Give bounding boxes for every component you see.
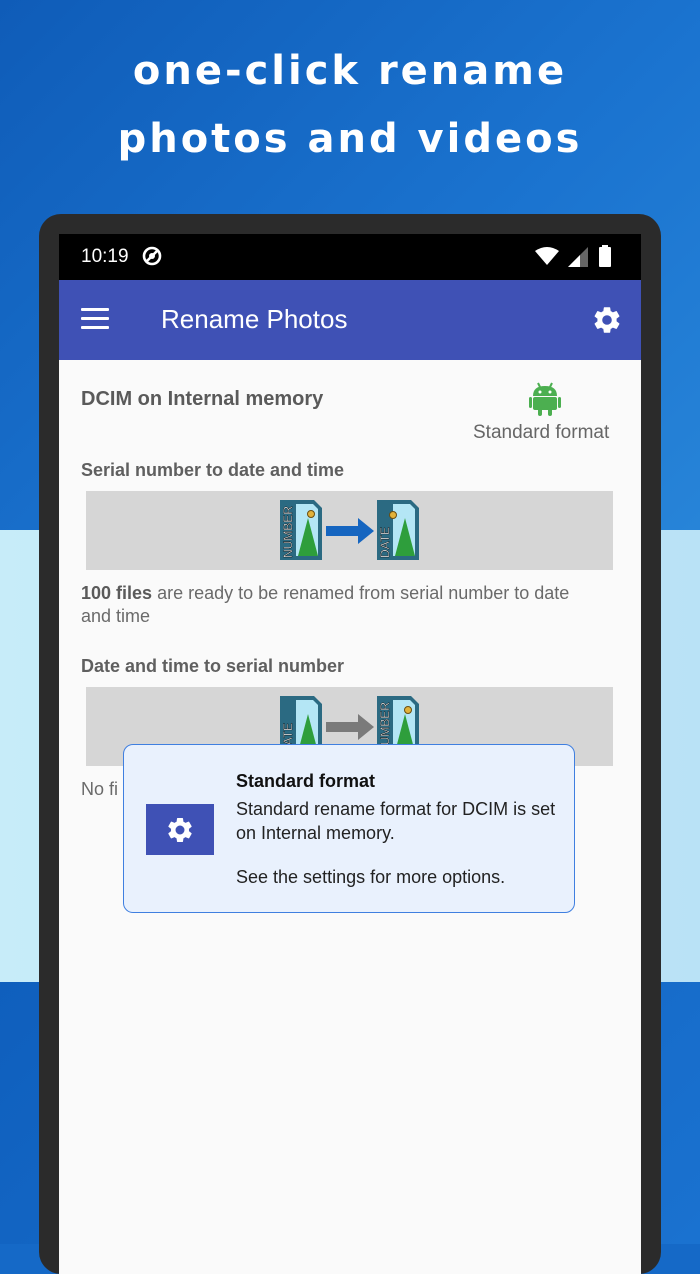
app-bar: Rename Photos <box>59 280 641 360</box>
hamburger-menu-icon[interactable] <box>81 308 111 332</box>
number-file-label: NUMBER <box>281 506 295 558</box>
rename-illustration-serial-to-date: NUMBER DATE <box>280 500 419 560</box>
rename-serial-to-date-button[interactable]: NUMBER DATE <box>86 491 613 570</box>
popup-title: Standard format <box>236 771 376 791</box>
wifi-icon <box>535 247 559 265</box>
number-file-icon: NUMBER <box>280 500 322 560</box>
serial-to-date-description: 100 files are ready to be renamed from s… <box>81 582 601 628</box>
gear-icon <box>168 817 192 842</box>
popup-body: Standard rename format for DCIM is set o… <box>236 799 556 843</box>
format-label: Standard format <box>473 422 610 443</box>
popup-more-options: See the settings for more options. <box>236 867 506 887</box>
popup-settings-button[interactable] <box>146 804 214 855</box>
section-title-serial-to-date: Serial number to date and time <box>81 460 345 480</box>
folder-title: DCIM on Internal memory <box>81 388 324 410</box>
promo-headline-line2: photos and videos <box>117 116 583 162</box>
signal-icon <box>568 247 588 267</box>
battery-icon <box>599 245 611 267</box>
promo-headline-line1: one-click rename <box>132 48 568 94</box>
gear-icon[interactable] <box>591 304 623 336</box>
date-file-icon: DATE <box>377 500 419 560</box>
section-title-date-to-serial: Date and time to serial number <box>81 656 345 676</box>
date-file-label: DATE <box>378 527 392 558</box>
standard-format-popup[interactable]: Standard format Standard rename format f… <box>123 744 575 913</box>
serial-to-date-text: are ready to be renamed from serial numb… <box>81 583 570 626</box>
status-time: 10:19 <box>81 246 129 267</box>
sync-icon <box>142 246 162 266</box>
file-count: 100 files <box>81 583 153 603</box>
android-icon[interactable] <box>529 382 561 416</box>
app-title: Rename Photos <box>161 304 348 334</box>
status-bar: 10:19 <box>59 234 641 280</box>
